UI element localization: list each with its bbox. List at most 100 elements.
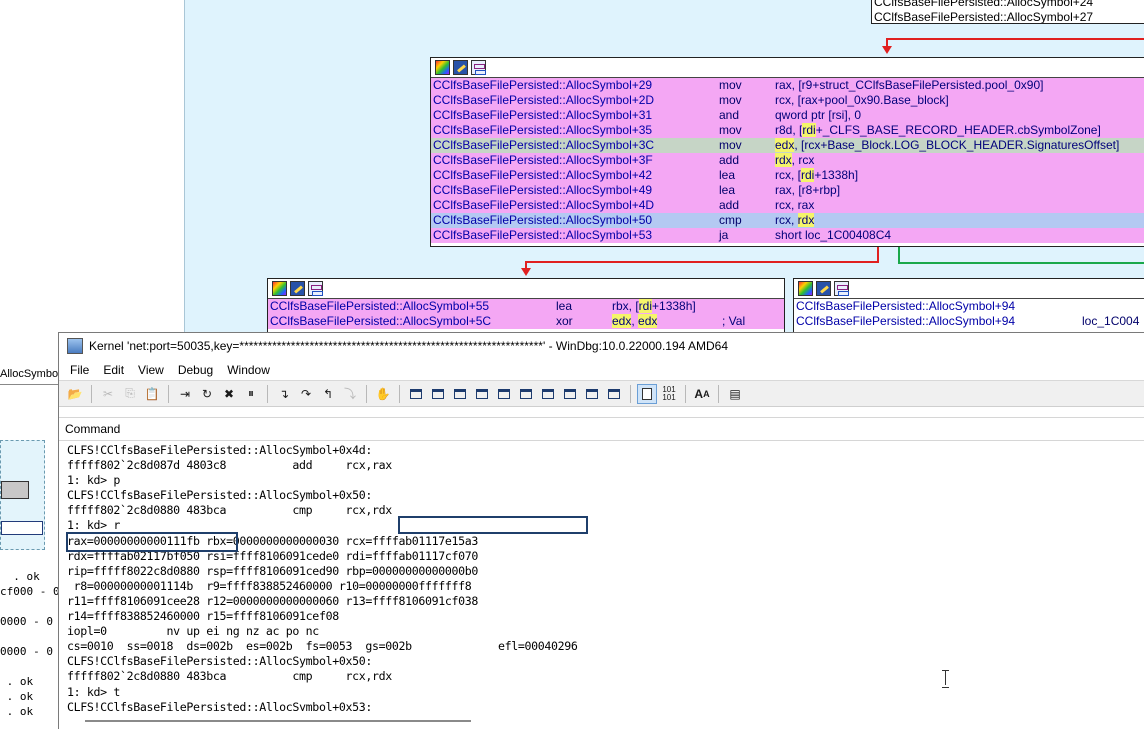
command-output-line: CLFS!CClfsBaseFilePersisted::AllocSymbol…: [67, 654, 372, 669]
panel-gap: [59, 407, 1144, 417]
asm-row[interactable]: CClfsBaseFilePersisted::AllocSymbol+3C mo…: [431, 138, 1144, 153]
edge-top-to-main: [886, 38, 1070, 40]
asm-row[interactable]: CClfsBaseFilePersisted::AllocSymbol+35 mo…: [431, 123, 1144, 138]
asm-row[interactable]: CClfsBaseFilePersisted::AllocSymbol+3F ad…: [431, 153, 1144, 168]
asm-address: CClfsBaseFilePersisted::AllocSymbol+29: [433, 78, 653, 92]
node-color-icon[interactable]: [435, 60, 450, 75]
breakpoint-hand-icon[interactable]: ✋: [373, 384, 393, 404]
log-line: . ok: [0, 690, 34, 703]
operand-text: rax, [r9+struct_CClfsBaseFilePersisted.p…: [775, 78, 1044, 92]
register-highlight: edx: [612, 314, 632, 328]
node-group-icon[interactable]: [834, 281, 849, 296]
toolbar-separator: [91, 384, 92, 403]
memory-window-icon[interactable]: [494, 384, 514, 404]
command-output-line: CLFS!CClfsBaseFilePersisted::AllocSymbol…: [67, 443, 372, 457]
go-icon[interactable]: ⇥: [175, 384, 195, 404]
processes-threads-icon[interactable]: [582, 384, 602, 404]
open-folder-icon[interactable]: 📂: [65, 384, 85, 404]
windbg-titlebar[interactable]: Kernel 'net:port=50035,key=*************…: [59, 333, 1144, 359]
text-cursor-icon: [942, 670, 949, 688]
paste-icon[interactable]: 📋: [142, 384, 162, 404]
horizontal-scrollbar[interactable]: [59, 711, 1144, 729]
restart-icon[interactable]: ↻: [197, 384, 217, 404]
menu-view[interactable]: View: [131, 361, 171, 379]
asm-operands: qword ptr [rsi], 0: [775, 108, 861, 123]
asm-row[interactable]: CClfsBaseFilePersisted::AllocSymbol+42 le…: [431, 168, 1144, 183]
asm-row[interactable]: CClfsBaseFilePersisted::AllocSymbol+2D mo…: [431, 93, 1144, 108]
asm-row[interactable]: CClfsBaseFilePersisted::AllocSymbol+4D ad…: [431, 198, 1144, 213]
overview-minimap[interactable]: [0, 440, 45, 550]
font-icon[interactable]: AA: [692, 384, 712, 404]
scratch-pad-icon[interactable]: [560, 384, 580, 404]
binary-mode-icon[interactable]: 101 101: [659, 384, 679, 404]
run-to-cursor-icon[interactable]: ⤵: [340, 384, 360, 404]
operand-text: rbx, [: [612, 299, 639, 313]
asm-operands: rbx, [rdi+1338h]: [612, 299, 696, 314]
register-highlight: edx: [775, 138, 795, 152]
source-mode-on-icon[interactable]: [637, 383, 657, 404]
asm-row[interactable]: CClfsBaseFilePersisted::AllocSymbol+5C xo…: [268, 314, 784, 329]
menu-edit[interactable]: Edit: [96, 361, 131, 379]
registers-window-icon[interactable]: [472, 384, 492, 404]
asm-address: CClfsBaseFilePersisted::AllocSymbol+3C: [433, 138, 655, 152]
edge-main-to-right: [898, 247, 900, 263]
register-highlight: edx: [638, 314, 658, 328]
watch-window-icon[interactable]: [428, 384, 448, 404]
stop-debugging-icon[interactable]: ✖: [219, 384, 239, 404]
node-color-icon[interactable]: [272, 281, 287, 296]
node-group-icon[interactable]: [308, 281, 323, 296]
asm-address: CClfsBaseFilePersisted::AllocSymbol+5C: [270, 314, 492, 328]
asm-row[interactable]: CClfsBaseFilePersisted::AllocSymbol+53 ja…: [431, 228, 1144, 243]
asm-row[interactable]: CClfsBaseFilePersisted::AllocSymbol+94 lo…: [794, 314, 1144, 329]
rcx-highlight-box: [398, 516, 588, 534]
options-icon[interactable]: ▤: [725, 384, 745, 404]
main-node[interactable]: CClfsBaseFilePersisted::AllocSymbol+29 mo…: [430, 57, 1144, 247]
minimap-block: [1, 481, 29, 499]
operand-text: qword ptr [rsi], 0: [775, 108, 862, 122]
operand-text: rcx, rax: [775, 198, 815, 212]
menu-debug[interactable]: Debug: [171, 361, 220, 379]
asm-row[interactable]: CClfsBaseFilePersisted::AllocSymbol+31 an…: [431, 108, 1144, 123]
step-over-icon[interactable]: ↷: [296, 384, 316, 404]
asm-row[interactable]: CClfsBaseFilePersisted::AllocSymbol+55 le…: [268, 299, 784, 314]
asm-operands: rax, [r9+struct_CClfsBaseFilePersisted.p…: [775, 78, 1043, 93]
graph-canvas[interactable]: CClfsBaseFilePersisted::AllocSymbol+24 C…: [184, 0, 1144, 342]
asm-operands: r8d, [rdi+_CLFS_BASE_RECORD_HEADER.cbSym…: [775, 123, 1101, 138]
top-node[interactable]: CClfsBaseFilePersisted::AllocSymbol+24 C…: [871, 0, 1144, 24]
node-rename-icon[interactable]: [290, 281, 305, 296]
step-into-icon[interactable]: ↴: [274, 384, 294, 404]
asm-operands: rdx, rcx: [775, 153, 814, 168]
node-group-icon[interactable]: [471, 60, 486, 75]
asm-row[interactable]: CClfsBaseFilePersisted::AllocSymbol+50 cm…: [431, 213, 1144, 228]
menu-window[interactable]: Window: [220, 361, 277, 379]
node-rename-icon[interactable]: [453, 60, 468, 75]
asm-row[interactable]: CClfsBaseFilePersisted::AllocSymbol+94: [794, 299, 1144, 314]
asm-operands: edx, [rcx+Base_Block.LOG_BLOCK_HEADER.Si…: [775, 138, 1119, 153]
menu-file[interactable]: File: [63, 361, 96, 379]
command-output-line: rip=fffff8022c8d0880 rsp=ffff8106091ced9…: [67, 563, 479, 578]
call-stack-window-icon[interactable]: [516, 384, 536, 404]
asm-row[interactable]: CClfsBaseFilePersisted::AllocSymbol+49 le…: [431, 183, 1144, 198]
asm-address: CClfsBaseFilePersisted::AllocSymbol+55: [270, 299, 490, 313]
operand-text: rcx,: [775, 213, 798, 227]
node-color-icon[interactable]: [798, 281, 813, 296]
asm-address: CClfsBaseFilePersisted::AllocSymbol+53: [433, 228, 653, 242]
locals-window-icon[interactable]: [450, 384, 470, 404]
copy-icon[interactable]: ⎘: [120, 384, 140, 404]
step-out-icon[interactable]: ↰: [318, 384, 338, 404]
windbg-window[interactable]: Kernel 'net:port=50035,key=*************…: [58, 332, 1144, 729]
ida-tab-label[interactable]: AllocSymbol: [0, 368, 61, 380]
cut-icon[interactable]: ✂: [98, 384, 118, 404]
source-mode-icon[interactable]: [604, 384, 624, 404]
disassembly-window-icon[interactable]: [538, 384, 558, 404]
asm-address: CClfsBaseFilePersisted::AllocSymbol+49: [433, 183, 653, 197]
toolbar-separator: [168, 384, 169, 403]
command-output[interactable]: CLFS!CClfsBaseFilePersisted::AllocSymbol…: [59, 441, 1144, 729]
break-icon[interactable]: ⏸: [241, 384, 261, 404]
node-rename-icon[interactable]: [816, 281, 831, 296]
top-node-line: CClfsBaseFilePersisted::AllocSymbol+24: [874, 0, 1094, 9]
asm-row[interactable]: CClfsBaseFilePersisted::AllocSymbol+29 mo…: [431, 78, 1144, 93]
command-window-icon[interactable]: [406, 384, 426, 404]
asm-mnemonic: add: [719, 153, 740, 167]
scrollbar-thumb[interactable]: [85, 720, 471, 722]
